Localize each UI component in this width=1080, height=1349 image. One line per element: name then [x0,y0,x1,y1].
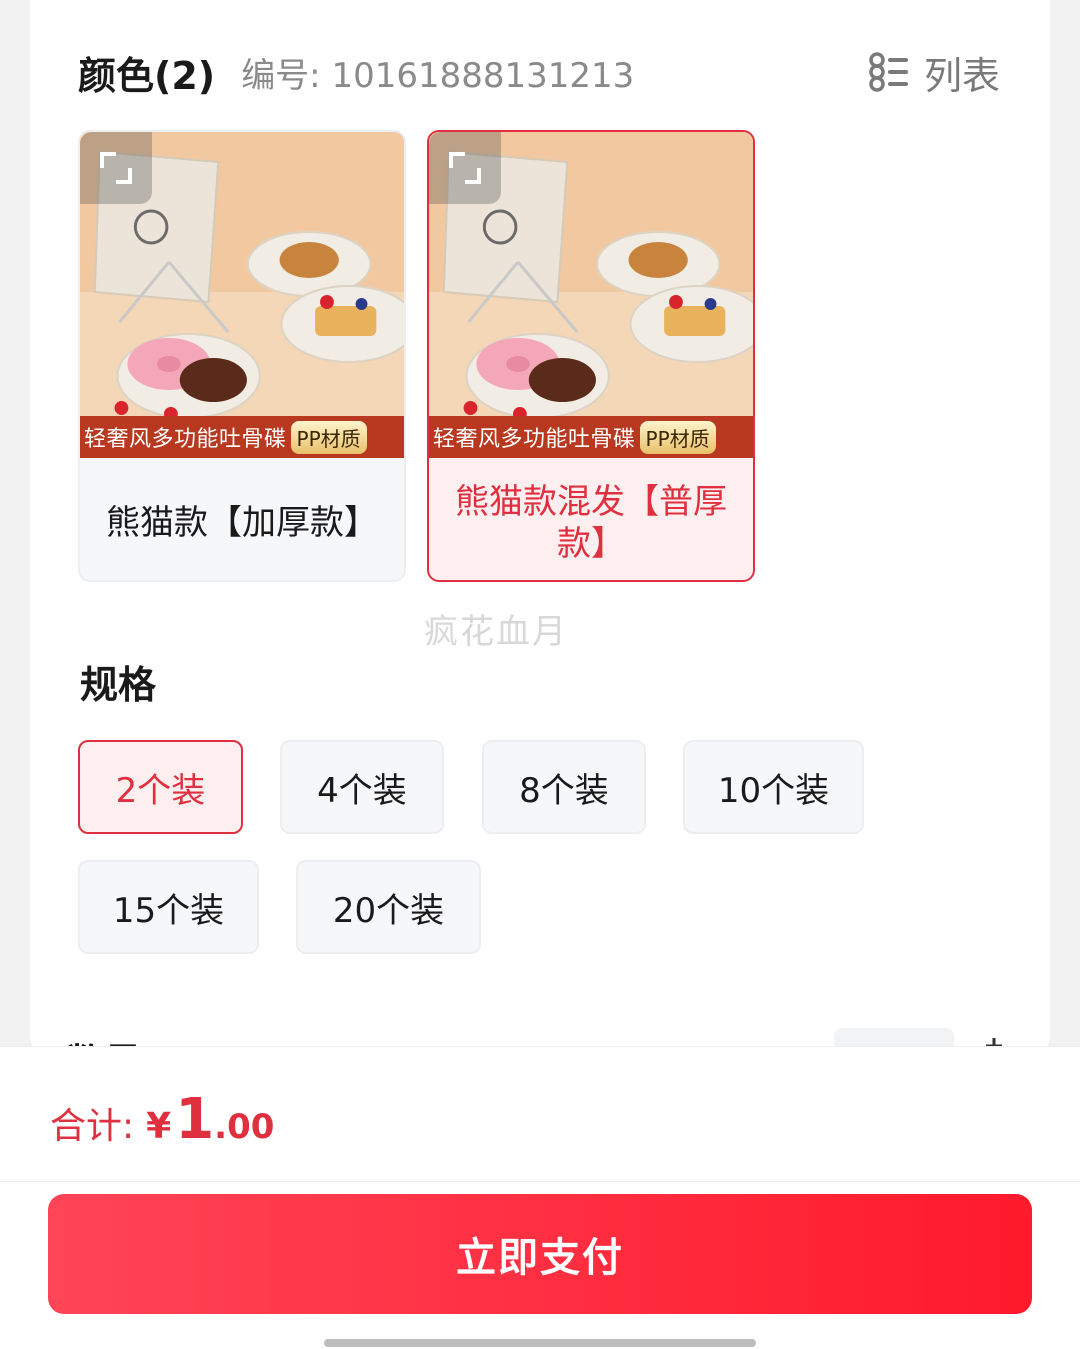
checkout-footer: 合计: ¥ 1 .00 立即支付 [0,1046,1080,1349]
divider [0,1181,1080,1182]
product-banner: 轻奢风多功能吐骨碟 PP材质 [80,416,404,458]
list-icon [869,52,908,92]
currency-symbol: ¥ [146,1106,172,1147]
list-toggle-label: 列表 [923,53,1000,98]
home-indicator[interactable] [324,1339,756,1347]
color-variant-card[interactable]: 轻奢风多功能吐骨碟 PP材质 熊猫款【加厚款】 [78,130,406,582]
spec-option[interactable]: 4个装 [280,740,444,834]
product-banner: 轻奢风多功能吐骨碟 PP材质 [429,416,753,458]
list-view-toggle[interactable]: 列表 [868,44,1000,100]
banner-text: 轻奢风多功能吐骨碟 [84,427,287,452]
variant-name: 熊猫款【加厚款】 [106,503,378,543]
total-label: 合计: [50,1106,135,1147]
color-section-title: 颜色(2) [78,53,216,98]
spec-option-selected[interactable]: 2个装 [78,740,243,834]
sku-code: 编号: 10161888131213 [241,55,635,96]
expand-icon [449,152,481,184]
spec-option[interactable]: 20个装 [296,860,481,954]
expand-icon [100,152,132,184]
spec-option[interactable]: 10个装 [683,740,864,834]
material-tag: PP材质 [639,420,716,454]
variant-name: 熊猫款混发【普厚款】 [455,482,727,564]
pay-now-button[interactable]: 立即支付 [48,1194,1032,1314]
color-section-header: 颜色(2) 编号: 10161888131213 [78,44,634,100]
color-variant-card-selected[interactable]: 轻奢风多功能吐骨碟 PP材质 熊猫款混发【普厚款】 [427,130,755,582]
expand-image-button[interactable] [80,132,152,204]
spec-option[interactable]: 15个装 [78,860,259,954]
banner-text: 轻奢风多功能吐骨碟 [433,427,636,452]
material-tag: PP材质 [290,420,367,454]
expand-image-button[interactable] [429,132,501,204]
spec-option[interactable]: 8个装 [482,740,646,834]
watermark: 疯花血月 [424,612,568,652]
price-integer: 1 [175,1087,215,1152]
total-price: 合计: ¥ 1 .00 [50,1087,274,1152]
price-decimal: .00 [214,1107,275,1147]
spec-section-title: 规格 [80,663,157,707]
